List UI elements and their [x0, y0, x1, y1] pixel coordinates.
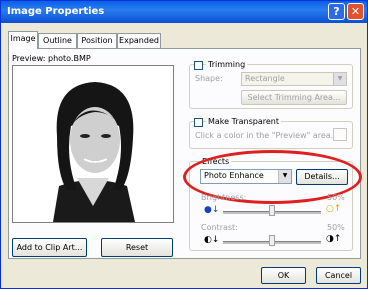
ok-button[interactable]: OK	[261, 267, 306, 284]
contrast-low-icon: ◐↓	[204, 235, 220, 245]
contrast-value: 50%	[327, 223, 345, 232]
brightness-slider[interactable]	[269, 205, 275, 216]
color-swatch	[333, 128, 347, 141]
help-button[interactable]: ?	[328, 3, 345, 20]
cancel-button[interactable]: Cancel	[316, 267, 361, 284]
image-properties-window: Image Properties ? ✕ Image Outline Posit…	[0, 0, 368, 289]
make-transparent-checkbox[interactable]	[194, 118, 203, 127]
transparent-hint: Click a color in the "Preview" area.	[195, 131, 334, 140]
portrait-photo	[13, 66, 173, 222]
reset-button[interactable]: Reset	[101, 238, 173, 257]
title-bar: Image Properties ? ✕	[1, 1, 367, 23]
brightness-high-icon: ○↑	[326, 204, 342, 214]
window-title: Image Properties	[7, 6, 105, 17]
brightness-label: Brightness:	[201, 193, 247, 202]
tab-image[interactable]: Image	[8, 31, 38, 49]
preview-label: Preview:	[12, 54, 46, 63]
shape-value: Rectangle	[245, 74, 285, 83]
brightness-low-icon: ●↓	[204, 205, 220, 215]
brightness-value: 50%	[327, 193, 345, 202]
contrast-high-icon: ◑↑	[326, 234, 342, 244]
contrast-slider[interactable]	[269, 235, 275, 246]
preview-filename: photo.BMP	[48, 54, 91, 63]
trimming-checkbox[interactable]	[194, 61, 203, 70]
select-trimming-area-button[interactable]: Select Trimming Area...	[241, 90, 347, 105]
tab-position[interactable]: Position	[77, 33, 117, 48]
make-transparent-label: Make Transparent	[206, 117, 281, 126]
add-to-clip-art-button[interactable]: Add to Clip Art...	[12, 238, 87, 257]
contrast-label: Contrast:	[201, 223, 238, 232]
chevron-down-icon: ▼	[333, 73, 346, 85]
trimming-label: Trimming	[206, 60, 248, 69]
preview-image	[12, 65, 174, 223]
shape-label: Shape:	[195, 74, 223, 83]
close-button[interactable]: ✕	[347, 3, 364, 20]
shape-select[interactable]: Rectangle ▼	[241, 72, 347, 86]
tab-outline[interactable]: Outline	[38, 33, 77, 48]
tab-expanded[interactable]: Expanded	[117, 33, 161, 48]
